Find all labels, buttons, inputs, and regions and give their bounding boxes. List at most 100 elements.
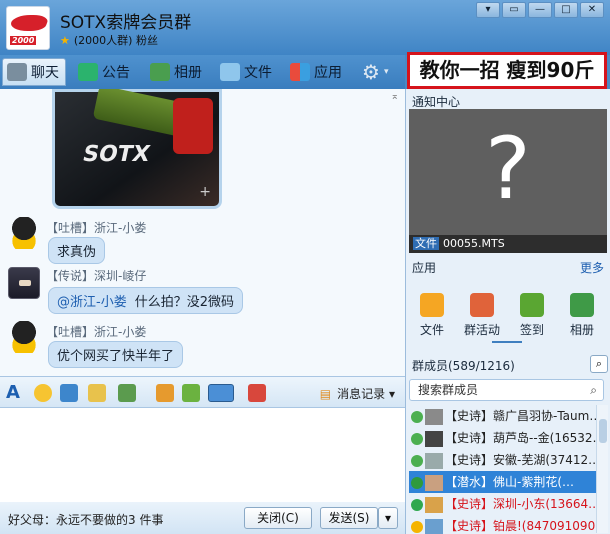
app-label: 签到 bbox=[519, 323, 544, 337]
close-button[interactable]: 关闭(C) bbox=[244, 507, 312, 529]
tip-link[interactable]: 好父母：永远不要做的3 件事 bbox=[8, 511, 163, 528]
scroll-thumb[interactable] bbox=[599, 419, 607, 443]
file-name: 00055.MTS bbox=[443, 237, 505, 250]
member-name: 【史诗】安徽-芜湖(37412… bbox=[445, 453, 597, 467]
mention-link[interactable]: @浙江-小娄 bbox=[57, 295, 127, 310]
avatar[interactable] bbox=[8, 267, 40, 299]
avatar bbox=[425, 430, 443, 447]
chevron-down-icon: ▾ bbox=[384, 511, 392, 525]
magic-icon[interactable] bbox=[60, 384, 78, 402]
font-icon[interactable]: A bbox=[6, 384, 24, 402]
message-header: 【吐槽】浙江-小娄 bbox=[46, 325, 147, 339]
group-subtitle: ★ (2000人群) 粉丝 bbox=[60, 32, 158, 48]
image-icon[interactable] bbox=[118, 384, 136, 402]
history-button[interactable]: ▤ 消息记录 ▾ bbox=[320, 385, 395, 402]
app-files[interactable]: 文件 bbox=[410, 293, 454, 338]
note-icon[interactable] bbox=[156, 384, 174, 402]
maximize-button[interactable]: □ bbox=[554, 2, 578, 18]
message-header: 【传说】深圳-崚仔 bbox=[46, 269, 147, 283]
send-options-button[interactable]: ▾ bbox=[378, 507, 398, 529]
group-logo[interactable]: 2000 bbox=[6, 6, 50, 50]
more-apps-link[interactable]: 更多 bbox=[580, 259, 604, 276]
search-placeholder: 搜索群成员 bbox=[418, 383, 479, 397]
avatar bbox=[425, 474, 443, 491]
notification-preview[interactable]: ? 文件 00055.MTS bbox=[409, 109, 607, 253]
input-toolbar: A ▤ 消息记录 ▾ bbox=[0, 376, 405, 408]
folder-icon bbox=[220, 63, 240, 81]
doodle-icon[interactable] bbox=[88, 384, 106, 402]
title-bar: 2000 SOTX索牌会员群 ★ (2000人群) 粉丝 ▾ ▭ — □ ✕ bbox=[0, 0, 610, 55]
member-search-button[interactable]: ⌕ bbox=[590, 355, 608, 373]
file-tag: 文件 bbox=[413, 237, 439, 250]
ad-banner[interactable]: 教你一招 瘦到90斤 bbox=[407, 52, 607, 89]
app-activity[interactable]: 群活动 bbox=[460, 293, 504, 338]
settings-button[interactable]: ⚙ ▾ bbox=[358, 58, 392, 86]
avatar[interactable] bbox=[8, 321, 40, 353]
member-row[interactable]: 【史诗】安徽-芜湖(37412… bbox=[409, 449, 597, 471]
message-bubble: @浙江-小娄 什么拍？没2微码 bbox=[48, 287, 243, 314]
message-header: 【吐槽】浙江-小娄 bbox=[46, 221, 147, 235]
right-panel: 通知中心 ? 文件 00055.MTS 应用 更多 文件 群活动 签到 相册 群成… bbox=[405, 89, 610, 534]
more-tools-icon[interactable] bbox=[248, 384, 266, 402]
flag-app-icon bbox=[470, 293, 494, 317]
avatar bbox=[425, 496, 443, 513]
status-icon bbox=[411, 476, 423, 489]
message-text: 什么拍？没2微码 bbox=[134, 295, 234, 310]
shared-photo[interactable]: SOTX + bbox=[52, 89, 222, 209]
skin-button[interactable]: ▭ bbox=[502, 2, 526, 18]
member-row[interactable]: 【史诗】葫芦岛--金(16532… bbox=[409, 427, 597, 449]
send-button[interactable]: 发送(S) bbox=[320, 507, 378, 529]
zoom-icon: + bbox=[199, 184, 211, 200]
member-row[interactable]: 【史诗】铂晨!(847091090) bbox=[409, 515, 597, 534]
tab-files[interactable]: 文件 bbox=[216, 58, 276, 86]
tab-label: 应用 bbox=[314, 65, 342, 81]
tab-album[interactable]: 相册 bbox=[146, 58, 206, 86]
member-search-input[interactable]: 搜索群成员 ⌕ bbox=[409, 379, 604, 401]
member-row[interactable]: 【史诗】赣广昌羽协-Taum… bbox=[409, 405, 597, 427]
minimize-button[interactable]: — bbox=[528, 2, 552, 18]
avatar[interactable] bbox=[8, 217, 40, 249]
album-icon bbox=[150, 63, 170, 81]
member-scrollbar[interactable] bbox=[596, 405, 608, 533]
chevron-down-icon: ▾ bbox=[383, 67, 389, 77]
question-mark-icon: ? bbox=[485, 119, 531, 219]
member-name: 【史诗】赣广昌羽协-Taum… bbox=[445, 409, 597, 423]
tab-label: 相册 bbox=[174, 65, 202, 81]
app-label: 相册 bbox=[569, 323, 594, 337]
gift-icon[interactable] bbox=[182, 384, 200, 402]
apps-title: 应用 bbox=[412, 261, 437, 275]
status-icon bbox=[411, 432, 423, 445]
menu-button[interactable]: ▾ bbox=[476, 2, 500, 18]
app-label: 群活动 bbox=[463, 323, 500, 337]
window-controls: ▾ ▭ — □ ✕ bbox=[476, 2, 604, 18]
gear-icon: ⚙ bbox=[362, 60, 380, 84]
logo-text: 2000 bbox=[10, 36, 37, 45]
tab-label: 聊天 bbox=[31, 65, 59, 81]
app-album[interactable]: 相册 bbox=[560, 293, 604, 338]
checkin-app-icon bbox=[520, 293, 544, 317]
message-input[interactable] bbox=[0, 408, 405, 502]
message-bubble: 求真伪 bbox=[48, 237, 106, 264]
tab-chat[interactable]: 聊天 bbox=[2, 58, 66, 86]
tab-apps[interactable]: 应用 bbox=[286, 58, 346, 86]
avatar bbox=[425, 408, 443, 425]
message-bubble: 优个网买了快半年了 bbox=[48, 341, 184, 368]
avatar bbox=[425, 518, 443, 534]
status-icon bbox=[411, 454, 423, 467]
member-name: 【史诗】深圳-小东(13664… bbox=[445, 497, 597, 511]
close-window-button[interactable]: ✕ bbox=[580, 2, 604, 18]
apps-icon bbox=[290, 63, 310, 81]
chevron-down-icon: ▾ bbox=[388, 387, 395, 401]
tab-announcement[interactable]: 公告 bbox=[74, 58, 134, 86]
tab-label: 文件 bbox=[244, 65, 272, 81]
member-row[interactable]: 【史诗】深圳-小东(13664… bbox=[409, 493, 597, 515]
photo-brand-text: SOTX bbox=[80, 142, 153, 167]
history-icon: ▤ bbox=[319, 387, 332, 401]
member-row[interactable]: 【潜水】佛山-紫荆花(… bbox=[409, 471, 597, 493]
collapse-icon[interactable]: ⌅ bbox=[391, 91, 399, 102]
page-indicator bbox=[492, 341, 522, 343]
app-checkin[interactable]: 签到 bbox=[510, 293, 554, 338]
logo-swoosh-icon bbox=[8, 15, 50, 31]
emoji-icon[interactable] bbox=[34, 384, 52, 402]
screenshot-icon[interactable] bbox=[208, 384, 234, 402]
